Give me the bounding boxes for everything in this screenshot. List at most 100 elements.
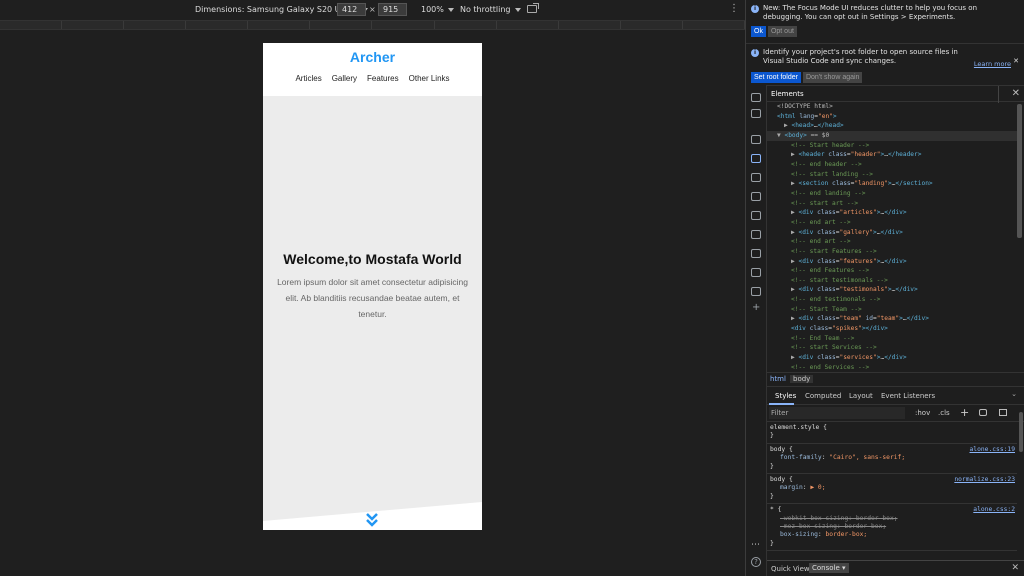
nav-link-gallery[interactable]: Gallery <box>332 74 357 83</box>
more-options-icon[interactable]: ⋮ <box>729 3 740 14</box>
dom-node-line[interactable]: ▼ <body> == $0 <box>767 130 1017 141</box>
sources-icon[interactable] <box>751 192 761 201</box>
media-query-ruler[interactable] <box>0 20 745 30</box>
dom-node-line[interactable]: <!-- end landing --> <box>767 189 1017 199</box>
dom-tree[interactable]: <!DOCTYPE html> <html lang="en"> ▶ <head>…… <box>767 102 1017 370</box>
dom-node-line[interactable]: ▶ <div class="team" id="team">…</div> <box>767 314 1017 324</box>
dom-node-line[interactable]: ▶ <head>…</head> <box>767 121 1017 131</box>
dom-node-line[interactable]: ▶ <div class="features">…</div> <box>767 257 1017 267</box>
more-options-icon[interactable]: ⋯ <box>751 540 761 550</box>
dom-node-line[interactable]: <!-- start art --> <box>767 199 1017 209</box>
application-icon[interactable] <box>751 268 761 277</box>
expand-triangle-icon[interactable]: ▶ <box>791 209 795 216</box>
close-infobar-icon[interactable]: ✕ <box>1013 57 1019 65</box>
opt-out-button[interactable]: Opt out <box>767 26 797 37</box>
css-declaration[interactable]: box-sizing: border-box; <box>770 531 1014 539</box>
dom-node-line[interactable]: <!-- end art --> <box>767 218 1017 228</box>
expand-triangle-icon[interactable]: ▶ <box>784 122 788 129</box>
dom-node-line[interactable]: <!-- start landing --> <box>767 170 1017 180</box>
styles-scrollbar[interactable] <box>1019 412 1023 452</box>
security-icon[interactable] <box>751 287 761 296</box>
double-chevron-down-icon[interactable] <box>365 512 379 528</box>
learn-more-link[interactable]: Learn more <box>974 60 1011 68</box>
expand-triangle-icon[interactable]: ▶ <box>791 151 795 158</box>
device-width-input[interactable]: 412 <box>337 3 366 16</box>
rotate-icon[interactable] <box>527 3 539 13</box>
dom-node-line[interactable]: <div class="spikes"></div> <box>767 324 1017 334</box>
dom-node-line[interactable]: ▶ <section class="landing">…</section> <box>767 179 1017 189</box>
elements-icon[interactable] <box>751 154 761 163</box>
elements-tab[interactable]: Elements <box>771 90 804 98</box>
hover-state-toggle[interactable]: :hov <box>915 409 930 417</box>
performance-icon[interactable] <box>751 230 761 239</box>
paint-brush-icon[interactable] <box>979 409 987 416</box>
more-tools-plus-icon[interactable]: + <box>752 302 760 313</box>
dom-node-line[interactable]: <!DOCTYPE html> <box>767 102 1017 112</box>
memory-icon[interactable] <box>751 249 761 258</box>
expand-triangle-icon[interactable]: ▶ <box>791 229 795 236</box>
console-icon[interactable] <box>751 173 761 182</box>
dom-node-line[interactable]: <!-- end Features --> <box>767 266 1017 276</box>
dom-node-line[interactable]: ▶ <div class="articles">…</div> <box>767 208 1017 218</box>
dom-node-line[interactable]: ▶ <div class="testimonals">…</div> <box>767 285 1017 295</box>
close-panel-icon[interactable]: ✕ <box>1012 88 1020 99</box>
welcome-icon[interactable] <box>751 135 761 144</box>
close-drawer-icon[interactable]: ✕ <box>1011 563 1019 573</box>
help-icon[interactable]: ? <box>751 557 761 567</box>
dom-node-line[interactable]: <!-- start Features --> <box>767 247 1017 257</box>
tab-layout[interactable]: Layout <box>849 392 873 400</box>
zoom-dropdown[interactable]: 100% <box>421 5 454 14</box>
dom-node-line[interactable]: <!-- end testimonals --> <box>767 295 1017 305</box>
expand-triangle-icon[interactable]: ▶ <box>791 354 795 361</box>
tab-styles[interactable]: Styles <box>775 392 796 400</box>
css-declaration[interactable]: font-family: "Cairo", sans-serif; <box>770 454 1014 462</box>
class-toggle[interactable]: .cls <box>938 409 950 417</box>
dom-node-line[interactable]: <!-- end header --> <box>767 160 1017 170</box>
expand-triangle-icon[interactable]: ▶ <box>791 286 795 293</box>
dom-node-line[interactable]: <!-- end art --> <box>767 237 1017 247</box>
styles-filter-input[interactable] <box>769 407 905 419</box>
breadcrumb-body[interactable]: body <box>790 375 814 383</box>
css-declaration[interactable]: -webkit-box-sizing: border-box; <box>770 515 1014 523</box>
dom-node-line[interactable]: <!-- start Services --> <box>767 343 1017 353</box>
expand-triangle-icon[interactable]: ▶ <box>791 258 795 265</box>
breadcrumb-html[interactable]: html <box>770 375 786 383</box>
css-declaration[interactable]: -moz-box-sizing: border-box; <box>770 523 1014 531</box>
dom-node-line[interactable]: ▶ <div class="services">…</div> <box>767 353 1017 363</box>
dom-node-line[interactable]: <!-- End Team --> <box>767 334 1017 344</box>
rule-source-link[interactable]: alone.css:19 <box>970 446 1016 454</box>
nav-link-other-links[interactable]: Other Links <box>409 74 450 83</box>
inspect-icon[interactable] <box>751 109 761 118</box>
rule-source-link[interactable]: normalize.css:23 <box>954 476 1015 484</box>
toggle-sidebar-icon[interactable] <box>999 409 1007 416</box>
tab-computed[interactable]: Computed <box>805 392 841 400</box>
css-declaration[interactable]: margin: ▶ 0; <box>770 484 1014 492</box>
device-toggle-icon[interactable] <box>751 93 761 102</box>
expand-triangle-icon[interactable]: ▶ <box>791 315 795 322</box>
dont-show-again-button[interactable]: Don't show again <box>802 72 863 83</box>
dom-tree-scrollbar[interactable] <box>1017 104 1022 238</box>
dom-node-line[interactable]: ▶ <header class="header">…</header> <box>767 150 1017 160</box>
dom-node-line[interactable]: ▶ <div class="gallery">…</div> <box>767 228 1017 238</box>
dom-node-line[interactable]: <!-- start testimonals --> <box>767 276 1017 286</box>
expand-triangle-icon[interactable]: ▼ <box>777 132 781 139</box>
device-height-input[interactable]: 915 <box>378 3 407 16</box>
dom-node-line[interactable]: <!-- Start Team --> <box>767 305 1017 315</box>
nav-link-articles[interactable]: Articles <box>295 74 321 83</box>
chevron-down-icon[interactable]: ⌄ <box>1011 390 1017 398</box>
nav-link-features[interactable]: Features <box>367 74 399 83</box>
new-style-rule-plus-icon[interactable]: + <box>960 406 969 419</box>
set-root-folder-button[interactable]: Set root folder <box>751 72 801 83</box>
drawer-tab-console[interactable]: Console ▾ <box>809 563 849 573</box>
rule-selector[interactable]: element.style { <box>770 424 1014 432</box>
throttling-dropdown[interactable]: No throttling <box>460 5 521 14</box>
dom-node-line[interactable]: <!-- end Services --> <box>767 363 1017 370</box>
expand-triangle-icon[interactable]: ▶ <box>791 180 795 187</box>
ok-button[interactable]: Ok <box>751 26 766 37</box>
network-icon[interactable] <box>751 211 761 220</box>
rule-source-link[interactable]: alone.css:2 <box>973 506 1015 514</box>
dom-node-line[interactable]: <!-- Start header --> <box>767 141 1017 151</box>
site-logo[interactable]: Archer <box>263 43 482 65</box>
tab-event-listeners[interactable]: Event Listeners <box>881 392 935 400</box>
dom-node-line[interactable]: <html lang="en"> <box>767 112 1017 122</box>
